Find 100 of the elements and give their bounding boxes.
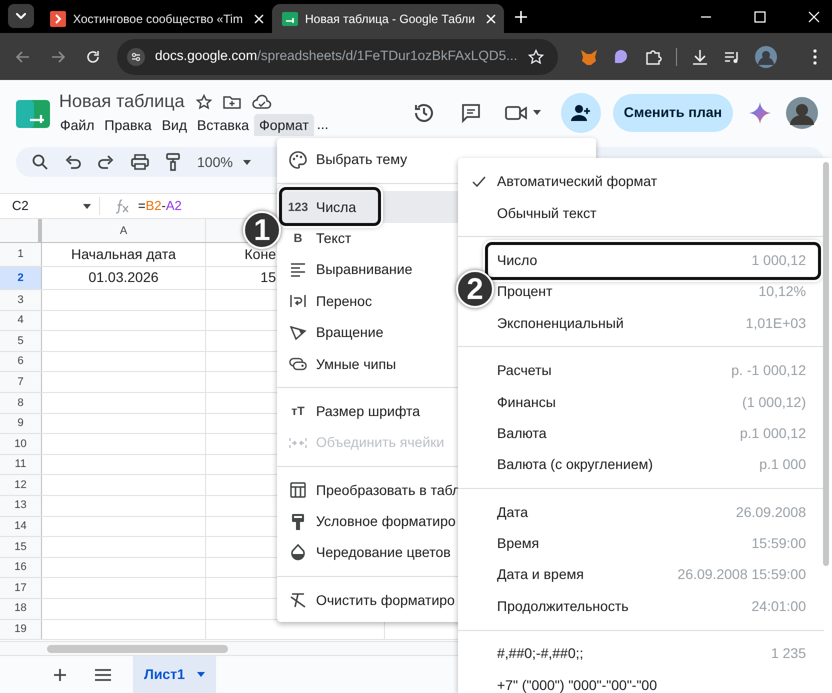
menu-item[interactable]: Дата и время 26.09.2008 15:59:00 — [458, 559, 832, 591]
caret-icon — [196, 672, 205, 677]
clear-format-icon — [290, 592, 306, 608]
document-title[interactable]: Новая таблица — [59, 88, 185, 115]
format-example: 15:59:00 — [752, 534, 806, 554]
scrollbar-thumb[interactable] — [47, 644, 228, 652]
meet-button[interactable] — [504, 104, 541, 120]
star-icon[interactable] — [196, 94, 212, 110]
folder-icon[interactable] — [222, 94, 241, 110]
palette-icon — [289, 150, 307, 169]
chevron-down-icon — [16, 13, 26, 19]
scrollbar-thumb[interactable] — [823, 162, 829, 566]
close-icon[interactable] — [254, 14, 264, 24]
menu-item[interactable]: Вставка — [192, 114, 254, 136]
redo-icon[interactable] — [98, 155, 114, 169]
format-example: 26.09.2008 — [736, 502, 806, 522]
url-text: docs.google.com/spreadsheets/d/1FeTDur1ozBkFAxLQD5... — [155, 47, 518, 66]
table-cell-text: 01.03.2026 — [88, 268, 159, 288]
row-header[interactable]: 13 — [0, 496, 42, 516]
paint-format-icon[interactable] — [166, 153, 180, 171]
more-menu[interactable]: ... — [314, 114, 332, 135]
row-header[interactable]: 19 — [0, 620, 42, 640]
arrow-logo-icon — [50, 10, 66, 26]
row-header[interactable]: 16 — [0, 558, 42, 578]
fox-icon[interactable] — [580, 48, 598, 66]
menu-item[interactable]: Продолжительность 24:01:00 — [458, 590, 832, 622]
row-header[interactable]: 11 — [0, 454, 42, 474]
format-example: р. -1 000,12 — [731, 361, 806, 380]
menu-item[interactable]: Формат — [254, 114, 314, 136]
puzzle-icon[interactable] — [644, 48, 662, 66]
format-glyph-icon: 123 — [288, 198, 308, 216]
name-box[interactable]: C2 — [0, 197, 100, 215]
more-icon[interactable] — [813, 48, 817, 64]
text-wrap-icon — [290, 293, 306, 310]
menu-item[interactable]: +7" ("000") "000"-"00"-"00 — [458, 669, 832, 693]
row-header[interactable]: 5 — [0, 331, 42, 351]
caret-icon — [83, 204, 91, 208]
menu-item[interactable]: Правка — [99, 114, 157, 136]
row-header[interactable]: 15 — [0, 537, 42, 557]
row-header[interactable]: 3 — [0, 290, 42, 310]
row-header[interactable]: 18 — [0, 598, 42, 618]
history-icon[interactable] — [412, 102, 435, 124]
drop-icon — [290, 544, 306, 562]
browser-tab[interactable]: Новая таблица - Google Табли — [272, 4, 504, 33]
new-tab-icon[interactable] — [514, 10, 528, 24]
caret-icon — [532, 110, 541, 115]
row-header[interactable]: 4 — [0, 310, 42, 330]
video-camera-icon — [504, 104, 527, 120]
row-header[interactable]: 10 — [0, 434, 42, 454]
function-icon — [114, 198, 130, 214]
format-example: (1 000,12) — [742, 392, 806, 412]
format-example: 24:01:00 — [752, 596, 806, 616]
sheet-tab[interactable]: Лист1 — [133, 656, 216, 693]
menu-item[interactable]: #,##0;-#,##0;; 1 235 — [458, 638, 832, 670]
row-header[interactable]: 7 — [0, 372, 42, 392]
row-header[interactable]: 8 — [0, 392, 42, 413]
back-icon[interactable] — [15, 48, 31, 64]
address-bar[interactable]: docs.google.com/spreadsheets/d/1FeTDur1ozBkFAxLQD5... — [117, 38, 558, 74]
menu-item[interactable]: Файл — [55, 114, 100, 136]
row-header[interactable]: 12 — [0, 475, 42, 495]
formula-input[interactable]: =B2-A2 — [138, 196, 182, 216]
avatar-icon[interactable] — [786, 96, 818, 128]
menu-item[interactable]: Финансы (1 000,12) — [458, 386, 832, 418]
row-header[interactable]: 1 — [0, 243, 42, 266]
forward-icon[interactable] — [50, 48, 66, 64]
menu-item[interactable]: Экспоненциальный 1,01E+03 — [458, 308, 832, 339]
menu-item[interactable]: Вид — [156, 114, 192, 136]
share-button[interactable] — [560, 92, 601, 132]
row-header[interactable]: 9 — [0, 414, 42, 434]
sheets-logo-icon[interactable] — [16, 100, 50, 128]
maximize-icon[interactable] — [754, 11, 766, 23]
tune-icon[interactable] — [127, 48, 145, 66]
menu-item[interactable]: Валюта (с округлением) р.1 000 — [458, 449, 832, 481]
menu-item[interactable]: Дата 26.09.2008 — [458, 496, 832, 528]
row-header[interactable]: 6 — [0, 352, 42, 372]
table-icon — [290, 482, 306, 498]
row-header[interactable]: 2 — [0, 266, 42, 289]
menu-item[interactable]: Время 15:59:00 — [458, 528, 832, 560]
upgrade-plan-button[interactable]: Сменить план — [612, 94, 733, 132]
reload-icon[interactable] — [85, 48, 101, 64]
search-icon[interactable] — [32, 154, 48, 170]
rotate-text-icon — [289, 324, 307, 341]
sparkle-icon[interactable] — [749, 102, 771, 124]
print-icon[interactable] — [131, 154, 149, 170]
row-header[interactable]: 17 — [0, 578, 42, 598]
add-sheet-icon[interactable] — [53, 668, 67, 682]
column-header[interactable]: A — [42, 219, 206, 242]
zoom-dropdown[interactable]: 100% — [197, 152, 251, 172]
undo-icon[interactable] — [65, 155, 81, 169]
comment-icon[interactable] — [460, 102, 481, 122]
download-icon[interactable] — [691, 48, 709, 66]
menu-item[interactable]: Валюта р.1 000,12 — [458, 418, 832, 450]
ghost-icon[interactable] — [612, 48, 630, 66]
menu-icon[interactable] — [95, 668, 111, 680]
menu-item[interactable]: Расчеты р. -1 000,12 — [458, 354, 832, 386]
cloud-icon[interactable] — [252, 94, 272, 110]
caret-icon — [242, 160, 251, 164]
tab-list-button[interactable] — [8, 4, 34, 28]
sheets-logo-icon — [282, 10, 298, 26]
row-header[interactable]: 14 — [0, 516, 42, 536]
